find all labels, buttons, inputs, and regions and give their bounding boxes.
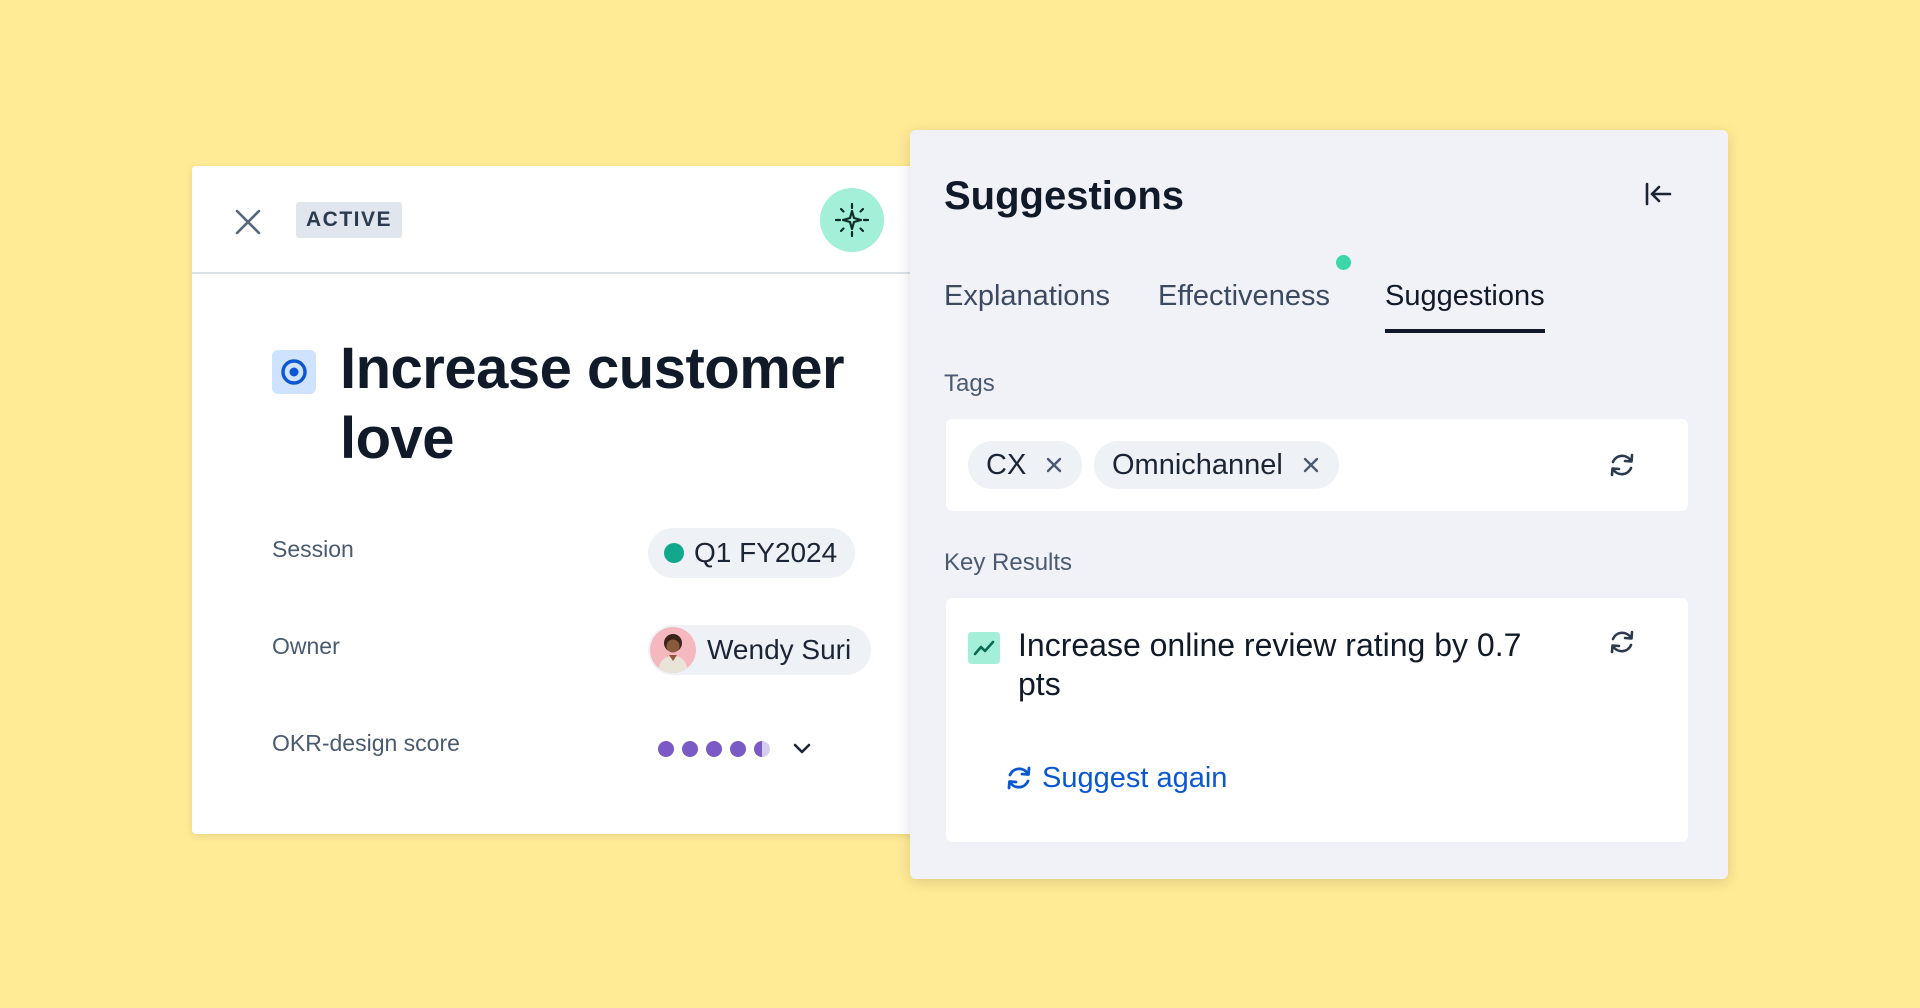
close-icon <box>235 209 261 235</box>
owner-label: Owner <box>272 633 340 659</box>
score-dot-half <box>754 741 770 757</box>
target-icon <box>281 359 307 385</box>
score-dot <box>730 741 746 757</box>
key-result-suggestion-card: Increase online review rating by 0.7 pts… <box>946 598 1688 842</box>
score-label: OKR-design score <box>272 730 460 756</box>
score-dot <box>682 741 698 757</box>
sparkle-icon <box>835 203 869 237</box>
status-badge: ACTIVE <box>296 202 403 238</box>
refresh-key-result-button[interactable] <box>1606 626 1638 658</box>
tab-suggestions[interactable]: Suggestions <box>1385 280 1545 333</box>
close-icon <box>1303 457 1319 473</box>
suggest-again-label: Suggest again <box>1042 761 1228 794</box>
session-status-dot <box>664 543 684 563</box>
collapse-panel-button[interactable] <box>1638 174 1678 214</box>
owner-pill[interactable]: Wendy Suri <box>648 625 872 675</box>
tab-explanations[interactable]: Explanations <box>944 280 1110 329</box>
notification-dot <box>1336 255 1351 270</box>
okr-score-rating[interactable] <box>658 734 814 764</box>
refresh-icon <box>1007 766 1031 790</box>
tab-effectiveness[interactable]: Effectiveness <box>1158 280 1330 329</box>
key-result-text: Increase online review rating by 0.7 pts <box>1018 627 1522 702</box>
avatar-person-icon <box>658 634 688 673</box>
refresh-tags-button[interactable] <box>1606 449 1638 481</box>
avatar <box>650 627 696 673</box>
refresh-icon <box>1610 453 1634 477</box>
refresh-icon <box>1610 630 1634 654</box>
score-dot <box>706 741 722 757</box>
key-result-type-icon <box>968 632 1000 664</box>
collapse-left-icon <box>1645 182 1672 206</box>
session-label: Session <box>272 536 354 562</box>
suggest-again-button[interactable]: Suggest again <box>1004 758 1227 798</box>
close-icon <box>1047 457 1062 473</box>
score-dot <box>658 741 674 757</box>
objective-type-icon <box>272 350 316 394</box>
key-results-label: Key Results <box>944 549 1073 576</box>
tag-chip: Omnichannel <box>1094 441 1339 489</box>
session-value: Q1 FY2024 <box>694 537 838 568</box>
objective-card: ACTIVE Increase customer love Session Q1… <box>192 166 932 834</box>
objective-card-header: ACTIVE <box>192 166 932 274</box>
trend-up-icon <box>973 640 995 656</box>
session-pill[interactable]: Q1 FY2024 <box>648 528 856 578</box>
panel-title: Suggestions <box>944 174 1185 218</box>
owner-name: Wendy Suri <box>707 634 852 665</box>
remove-tag-button[interactable] <box>1044 455 1064 475</box>
close-button[interactable] <box>228 202 268 242</box>
remove-tag-button[interactable] <box>1301 455 1321 475</box>
tag-chip: CX <box>968 441 1083 489</box>
chevron-down-icon[interactable] <box>790 737 814 761</box>
ai-assist-button[interactable] <box>820 188 884 252</box>
tags-box: CX Omnichannel <box>946 419 1688 511</box>
objective-title: Increase customer love <box>340 336 845 471</box>
suggestions-panel: Suggestions Explanations Effectiveness S… <box>910 130 1728 879</box>
tag-label: CX <box>986 448 1027 481</box>
tag-label: Omnichannel <box>1112 448 1283 481</box>
tags-label: Tags <box>944 370 995 397</box>
